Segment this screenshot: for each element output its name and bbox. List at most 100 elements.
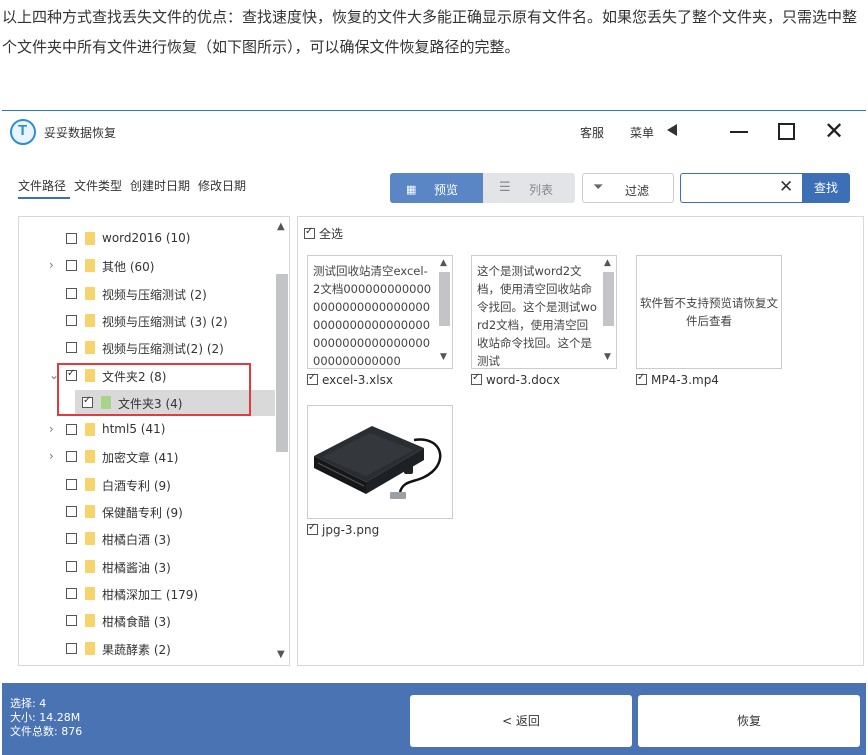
scroll-up-icon[interactable]: ▲	[440, 258, 447, 268]
preview-view-button[interactable]: ▦ 预览	[390, 173, 483, 203]
tree-item-checkbox[interactable]	[66, 314, 77, 326]
total-file-count: 文件总数: 876	[10, 725, 83, 738]
tree-item-checkbox[interactable]	[66, 287, 77, 299]
search-input[interactable]	[685, 178, 775, 198]
recover-button[interactable]: 恢复	[638, 695, 860, 747]
view-mode-toggle: ▦ 预览 ☰ 列表	[390, 173, 575, 203]
tree-item[interactable]: › 其他 (60)	[19, 253, 275, 279]
file-card-mp4[interactable]: 软件暂不支持预览请恢复文件后查看	[636, 255, 782, 369]
tree-item-checkbox[interactable]	[66, 560, 77, 572]
tree-item[interactable]: 白酒专利 (9)	[19, 472, 275, 498]
funnel-icon: ⏷	[593, 180, 604, 195]
file-checkbox-mp4[interactable]: MP4-3.mp4	[636, 372, 719, 387]
clear-search-icon[interactable]: ✕	[779, 177, 793, 197]
card-scrollbar[interactable]: ▲ ▼	[437, 256, 452, 368]
select-all-checkbox[interactable]: 全选	[304, 225, 343, 242]
tree-item[interactable]: 柑橘深加工 (179)	[19, 581, 275, 607]
scan-stats: 选择: 4 大小: 14.28M 文件总数: 876	[10, 697, 82, 739]
tree-item-label: 果蔬酵素 (2)	[102, 642, 171, 657]
tree-item[interactable]: › html5 (41)	[19, 417, 275, 443]
tree-item-label: word2016 (10)	[102, 231, 191, 245]
tree-item-label: html5 (41)	[102, 422, 166, 437]
tree-item-checkbox[interactable]	[66, 478, 77, 490]
folder-icon	[85, 232, 95, 245]
back-button[interactable]: < 返回	[410, 695, 632, 747]
active-tab-underline	[18, 197, 70, 199]
menu-link[interactable]: 菜单	[630, 124, 654, 141]
tab-created-date[interactable]: 创建时日期	[130, 179, 190, 193]
scroll-down-icon[interactable]: ▼	[440, 352, 447, 362]
menu-triangle-icon[interactable]	[667, 124, 677, 136]
tree-item-label: 视频与压缩测试(2) (2)	[102, 342, 224, 357]
service-link[interactable]: 客服	[580, 124, 604, 141]
folder-icon	[85, 559, 95, 573]
file-card-word[interactable]: 这个是测试word2文档，使用清空回收站命令找回。这个是测试word2文档，使用…	[471, 255, 617, 369]
tree-item[interactable]: 视频与压缩测试 (2)	[19, 281, 275, 307]
folder-icon	[85, 286, 95, 300]
tree-item[interactable]: word2016 (10)	[19, 226, 275, 252]
tree-item-label: 柑橘深加工 (179)	[102, 587, 199, 602]
filter-button[interactable]: ⏷ 过滤	[582, 173, 674, 203]
list-view-button[interactable]: ☰ 列表	[483, 173, 575, 203]
folder-icon	[85, 477, 95, 491]
tree-item[interactable]: 柑橘白酒 (3)	[19, 526, 275, 552]
folder-icon	[85, 586, 95, 600]
folder-icon	[85, 423, 95, 437]
tree-item-checkbox[interactable]	[66, 233, 77, 244]
chevron-right-icon[interactable]: ›	[49, 422, 54, 436]
app-window: T 妥妥数据恢复 客服 菜单 ✕ 文件路径 文件类型 创建时日期 修改日期 ▦ 预览 …	[2, 110, 866, 755]
scroll-up-icon[interactable]: ▲	[277, 221, 285, 232]
tree-scrollbar-thumb[interactable]	[276, 274, 288, 452]
close-icon[interactable]: ✕	[824, 119, 844, 143]
file-checkbox-excel[interactable]: excel-3.xlsx	[307, 372, 393, 387]
search-button[interactable]: 查找	[802, 173, 850, 203]
tree-item-checkbox[interactable]	[66, 342, 77, 354]
tree-item[interactable]: › 加密文章 (41)	[19, 444, 275, 470]
scroll-up-icon[interactable]: ▲	[604, 258, 611, 268]
search-box: ✕	[680, 173, 802, 203]
tree-item[interactable]: 果蔬酵素 (2)	[19, 636, 275, 662]
tree-item[interactable]: 柑橘食醋 (3)	[19, 608, 275, 634]
list-icon: ☰	[499, 180, 511, 195]
file-card-excel[interactable]: 测试回收站清空excel-2文档000000000000000000000000…	[307, 255, 453, 369]
selected-count: 选择: 4	[10, 697, 47, 710]
folder-icon	[85, 313, 95, 327]
title-bar: T 妥妥数据恢复 客服 菜单 ✕	[2, 111, 866, 153]
chevron-right-icon[interactable]: ›	[49, 449, 54, 463]
file-checkbox-png[interactable]: jpg-3.png	[307, 522, 379, 537]
tree-item[interactable]: 柑橘酱油 (3)	[19, 554, 275, 580]
minimize-icon[interactable]	[730, 131, 748, 133]
tree-item-checkbox[interactable]	[66, 642, 77, 654]
tree-item[interactable]: 视频与压缩测试 (3) (2)	[19, 308, 275, 334]
chevron-right-icon[interactable]: ›	[49, 258, 54, 272]
tree-item-checkbox[interactable]	[66, 533, 77, 545]
tree-item-checkbox[interactable]	[66, 587, 77, 599]
tab-file-path[interactable]: 文件路径	[18, 179, 66, 193]
folder-icon	[85, 641, 95, 655]
grid-icon: ▦	[406, 183, 417, 196]
file-preview-pane: 全选 测试回收站清空excel-2文档000000000000000000000…	[297, 216, 864, 666]
tree-item-checkbox[interactable]	[66, 260, 77, 272]
app-title: 妥妥数据恢复	[44, 126, 117, 140]
tree-item-checkbox[interactable]	[66, 506, 77, 517]
card-scrollbar[interactable]: ▲ ▼	[601, 256, 616, 368]
tab-file-type[interactable]: 文件类型	[74, 179, 122, 193]
tree-item[interactable]: 视频与压缩测试(2) (2)	[19, 335, 275, 361]
tree-item-checkbox[interactable]	[66, 615, 77, 627]
tree-scrollbar[interactable]: ▲ ▼	[275, 217, 289, 665]
app-logo-icon: T	[10, 119, 36, 145]
tree-item[interactable]: 保健醋专利 (9)	[19, 499, 275, 525]
file-card-png[interactable]	[307, 405, 453, 519]
tree-item-label: 其他 (60)	[102, 260, 155, 275]
tree-item-label: 柑橘酱油 (3)	[102, 560, 171, 575]
file-checkbox-word[interactable]: word-3.docx	[471, 372, 560, 387]
tree-item-checkbox[interactable]	[66, 424, 77, 436]
sort-tabs: 文件路径 文件类型 创建时日期 修改日期	[18, 177, 254, 194]
folder-tree: word2016 (10) › 其他 (60) 视频与压缩测试 (2) 视频与压缩测试 …	[18, 216, 290, 666]
scroll-down-icon[interactable]: ▼	[277, 649, 285, 660]
tree-item-label: 加密文章 (41)	[102, 451, 179, 466]
tree-item-checkbox[interactable]	[66, 451, 77, 463]
tab-modified-date[interactable]: 修改日期	[198, 179, 246, 193]
maximize-icon[interactable]	[778, 123, 795, 140]
scroll-down-icon[interactable]: ▼	[604, 352, 611, 362]
